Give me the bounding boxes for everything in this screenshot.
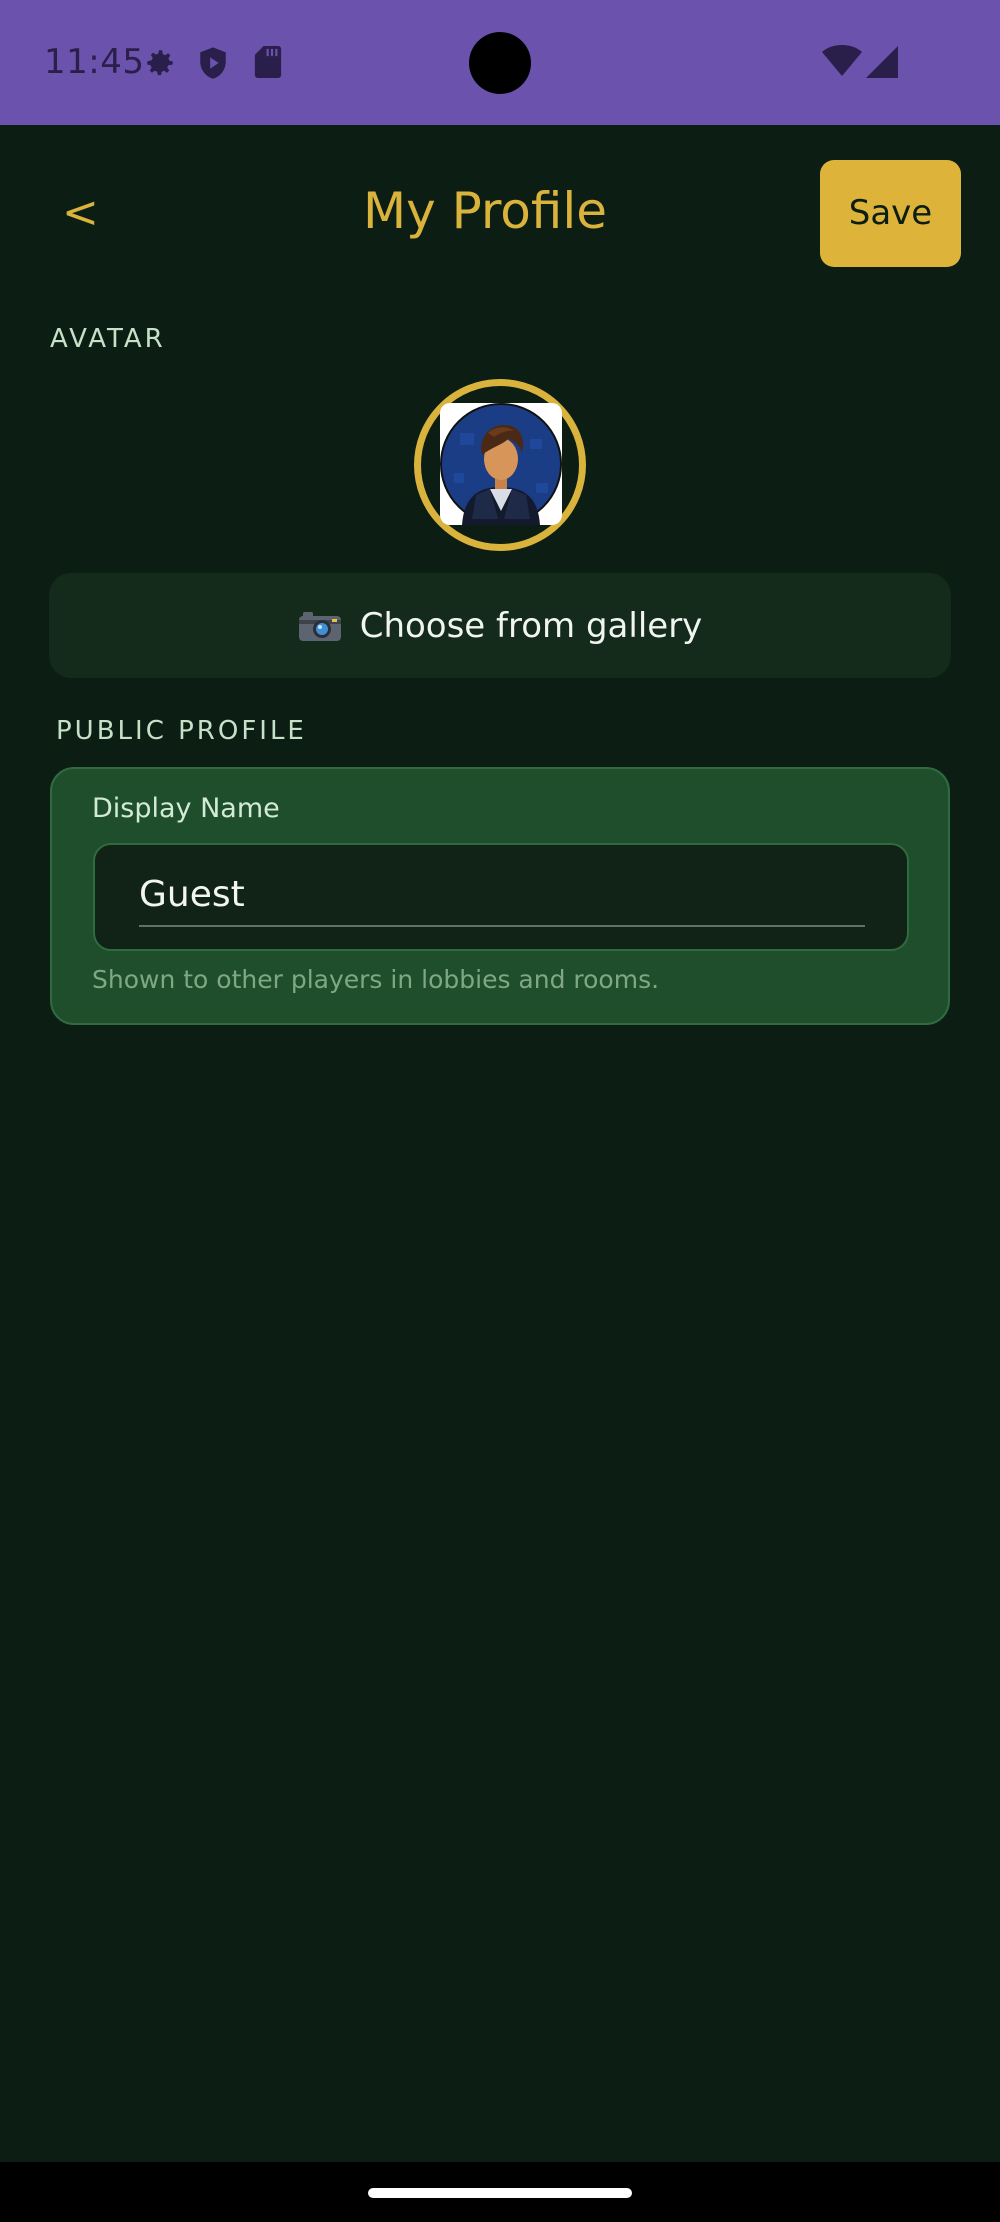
home-indicator[interactable] <box>368 2188 632 2198</box>
avatar[interactable] <box>440 403 562 525</box>
gear-icon <box>147 50 173 76</box>
choose-from-gallery-label: Choose from gallery <box>359 605 703 646</box>
status-bar: 11:45 <box>0 0 1000 125</box>
shield-icon <box>200 47 226 79</box>
choose-from-gallery-button[interactable]: Choose from gallery <box>49 573 951 678</box>
avatar-image <box>440 403 562 525</box>
display-name-label: Display Name <box>92 793 280 824</box>
display-name-helper-text: Shown to other players in lobbies and ro… <box>92 965 660 994</box>
front-camera <box>469 32 531 94</box>
save-button[interactable]: Save <box>820 160 961 267</box>
public-profile-section-label: PUBLIC PROFILE <box>56 716 307 746</box>
avatar-section-label: AVATAR <box>50 324 166 354</box>
public-profile-card: Display Name Shown to other players in l… <box>50 767 950 1025</box>
display-name-field[interactable] <box>93 843 909 951</box>
camera-icon <box>298 611 341 641</box>
profile-screen: 11:45 < My Profile Save AVATAR Choose fr… <box>0 0 1000 2222</box>
status-time: 11:45 <box>44 42 145 82</box>
sd-card-icon <box>254 46 282 78</box>
wifi-icon <box>822 45 862 76</box>
display-name-input[interactable] <box>139 863 865 927</box>
signal-icon <box>866 46 898 78</box>
